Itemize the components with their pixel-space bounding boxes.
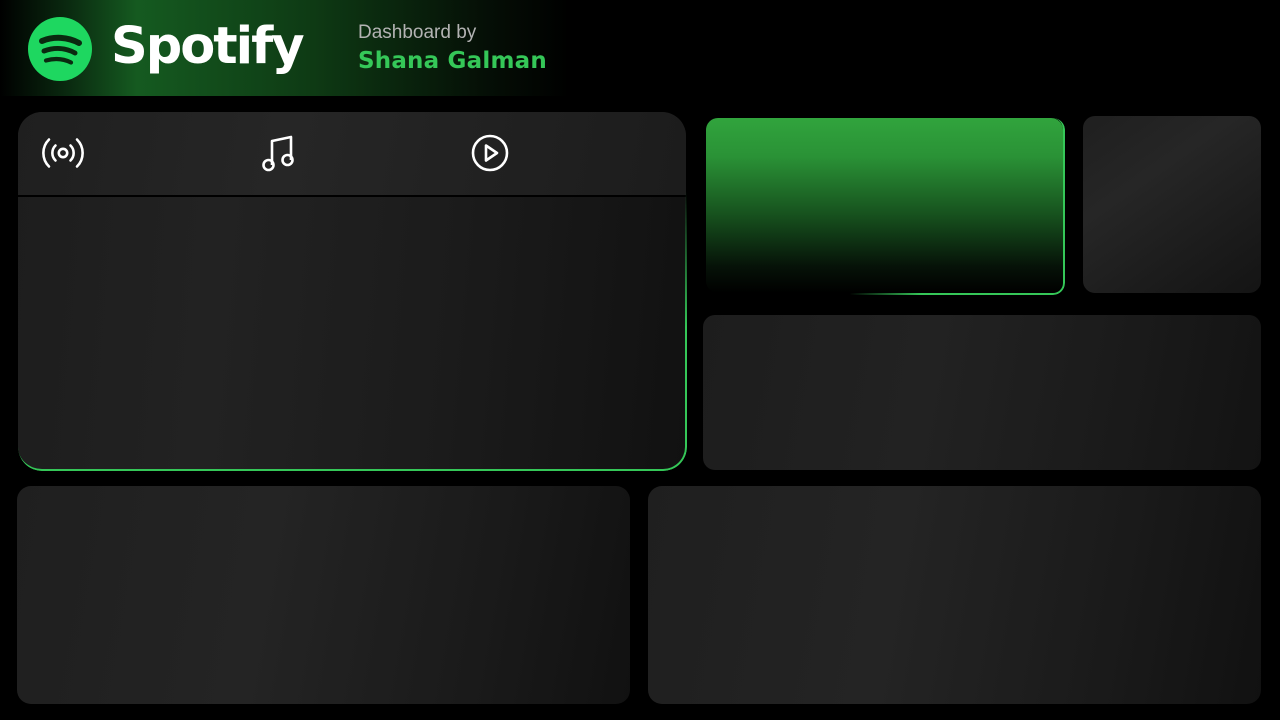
- bottom-left-card: [17, 486, 630, 704]
- tab-bar: [18, 112, 686, 197]
- dashboard-root: Spotify Dashboard by Shana Galman: [0, 0, 1280, 720]
- bottom-right-card: [648, 486, 1261, 704]
- podcast-broadcast-icon: [42, 138, 84, 168]
- wide-card: [703, 315, 1261, 470]
- play-circle-icon: [471, 134, 509, 172]
- music-note-icon: [262, 135, 294, 172]
- author-name: Shana Galman: [358, 48, 547, 74]
- header-banner: Spotify Dashboard by Shana Galman: [0, 0, 570, 96]
- tab-play[interactable]: [466, 130, 514, 176]
- brand-wordmark: Spotify: [111, 17, 305, 76]
- tab-podcasts[interactable]: [39, 130, 87, 176]
- tab-music[interactable]: [255, 130, 303, 176]
- spotify-logo-icon: [28, 17, 92, 81]
- dashboard-byline: Dashboard by: [358, 22, 477, 43]
- main-panel: [18, 112, 686, 470]
- featured-card-glow-border: [706, 118, 1065, 295]
- small-card: [1083, 116, 1261, 293]
